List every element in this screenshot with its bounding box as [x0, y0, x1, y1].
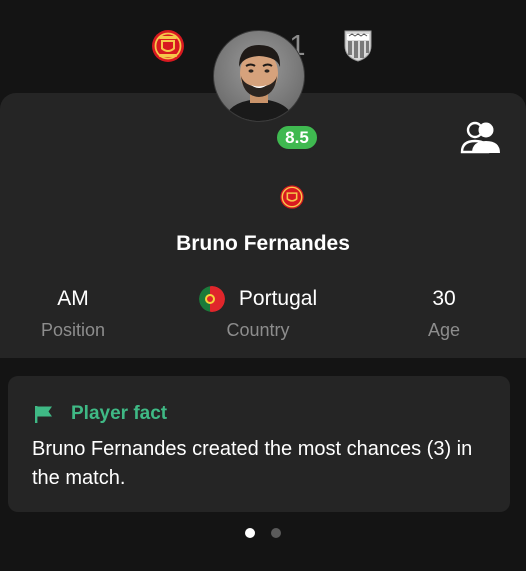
country-label: Country: [226, 320, 290, 340]
age-stat: 30 Age: [399, 286, 489, 341]
manchester-united-crest-icon: [150, 28, 186, 64]
country-stat: Portugal Country: [170, 286, 346, 341]
player-fact-title: Player fact: [71, 403, 168, 424]
age-label: Age: [427, 320, 461, 340]
player-rating-badge: 8.5: [275, 124, 319, 151]
avatar: [213, 30, 305, 122]
age-value: 30: [432, 287, 456, 310]
page-dot-active[interactable]: [245, 528, 255, 538]
people-icon[interactable]: [460, 121, 500, 155]
position-stat: AM Position: [18, 286, 128, 341]
player-fact-header: Player fact: [34, 403, 167, 425]
athletic-club-crest-icon: [340, 28, 376, 64]
position-label: Position: [40, 320, 106, 340]
country-value: Portugal: [238, 287, 318, 310]
country-value-row: Portugal: [170, 286, 346, 312]
player-fact-text: Bruno Fernandes created the most chances…: [32, 438, 473, 489]
player-photo[interactable]: [213, 30, 305, 122]
portugal-flag-icon: [198, 286, 225, 312]
player-fact-card[interactable]: Player fact Bruno Fernandes created the …: [8, 376, 510, 512]
flag-icon: [35, 406, 52, 423]
page-dot[interactable]: [271, 528, 281, 538]
club-crest-icon: [278, 183, 306, 211]
page-indicator: [0, 528, 526, 538]
position-value: AM: [57, 287, 89, 310]
player-name: Bruno Fernandes: [176, 232, 350, 255]
